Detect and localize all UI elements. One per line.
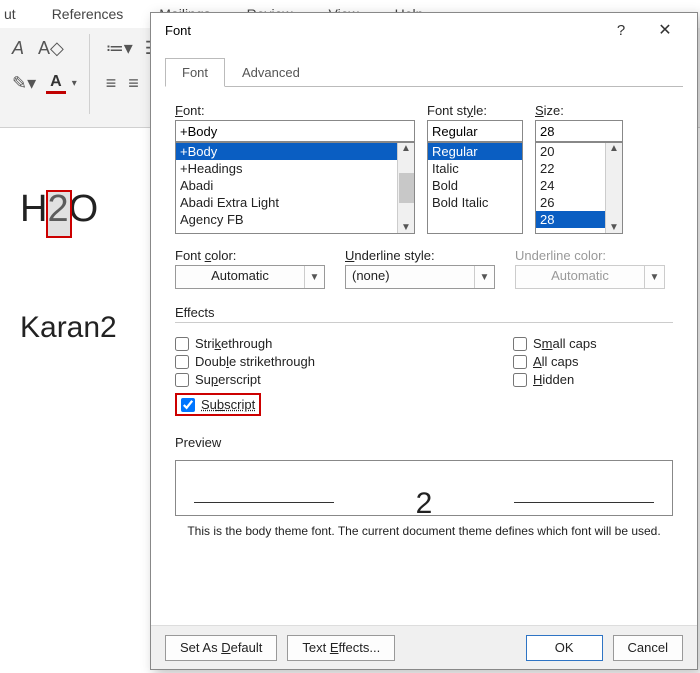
clear-icon[interactable]: A◇	[34, 34, 68, 63]
scrollbar-thumb[interactable]	[399, 173, 414, 203]
list-item[interactable]: Agency FB	[176, 211, 414, 228]
size-listbox[interactable]: 20 22 24 26 28 ▲▼	[535, 142, 623, 234]
chevron-up-icon[interactable]: ▲	[609, 143, 619, 154]
tab-advanced[interactable]: Advanced	[225, 58, 317, 87]
fontstyle-listbox[interactable]: Regular Italic Bold Bold Italic	[427, 142, 523, 234]
selection-highlight	[46, 190, 72, 238]
effects-label: Effects	[175, 305, 673, 320]
text-effects-button[interactable]: Text Effects...	[287, 635, 395, 661]
chevron-down-icon[interactable]: ▼	[474, 266, 494, 288]
list-item[interactable]: +Body	[176, 143, 414, 160]
font-label: Font:	[175, 103, 415, 118]
combo-value: Automatic	[176, 266, 304, 288]
underlinecolor-combo: Automatic ▼	[515, 265, 665, 289]
chk-hidden[interactable]: Hidden	[513, 372, 673, 387]
dialog-tabs: Font Advanced	[165, 57, 683, 87]
size-label: Size:	[535, 103, 623, 118]
dialog-title: Font	[165, 23, 191, 38]
clear-format-icon[interactable]: A	[8, 34, 28, 63]
fontstyle-input[interactable]	[427, 120, 523, 142]
list-item[interactable]: Bold	[428, 177, 522, 194]
set-default-button[interactable]: Set As Default	[165, 635, 277, 661]
doc-line-h2o: H2O	[20, 188, 98, 231]
list-item[interactable]: Regular	[428, 143, 522, 160]
underlinestyle-label: Underline style:	[345, 248, 495, 263]
ok-button[interactable]: OK	[526, 635, 603, 661]
ribbon-tab[interactable]: ut	[0, 4, 20, 24]
fontstyle-label: Font style:	[427, 103, 523, 118]
chk-subscript[interactable]: Subscript	[175, 393, 261, 416]
preview-text: 2	[416, 487, 433, 521]
doc-text: O	[69, 188, 99, 230]
fontcolor-label: Font color:	[175, 248, 325, 263]
chevron-up-icon[interactable]: ▲	[401, 143, 411, 154]
align-left-icon[interactable]: ≡	[102, 69, 121, 98]
help-button[interactable]: ?	[599, 22, 643, 39]
font-color-icon[interactable]: A	[46, 73, 66, 94]
font-listbox[interactable]: +Body +Headings Abadi Abadi Extra Light …	[175, 142, 415, 234]
tab-font[interactable]: Font	[165, 58, 225, 87]
close-button[interactable]: ✕	[643, 20, 687, 40]
chevron-down-icon: ▼	[644, 266, 664, 288]
chk-allcaps[interactable]: All caps	[513, 354, 673, 369]
scrollbar[interactable]: ▲▼	[605, 143, 622, 233]
preview-box: 2	[175, 460, 673, 516]
combo-value: Automatic	[516, 266, 644, 288]
highlight-icon[interactable]: ✎▾	[8, 69, 40, 98]
bullets-icon[interactable]: ≔▾	[102, 34, 137, 63]
underlinestyle-combo[interactable]: (none) ▼	[345, 265, 495, 289]
chevron-down-icon[interactable]: ▼	[401, 222, 411, 233]
chk-superscript[interactable]: Superscript	[175, 372, 513, 387]
preview-label: Preview	[175, 435, 673, 450]
ribbon-tab[interactable]: References	[48, 4, 128, 24]
font-input[interactable]	[175, 120, 415, 142]
list-item[interactable]: Abadi	[176, 177, 414, 194]
align-center-icon[interactable]: ≡	[124, 69, 143, 98]
fontcolor-combo[interactable]: Automatic ▼	[175, 265, 325, 289]
list-item[interactable]: Abadi Extra Light	[176, 194, 414, 211]
list-item[interactable]: +Headings	[176, 160, 414, 177]
chk-double-strikethrough[interactable]: Double strikethrough	[175, 354, 513, 369]
font-dialog: Font ? ✕ Font Advanced Font: +Body +Head…	[150, 12, 698, 670]
chk-smallcaps[interactable]: Small caps	[513, 336, 673, 351]
doc-text: H	[20, 188, 47, 230]
cancel-button[interactable]: Cancel	[613, 635, 683, 661]
dialog-buttons: Set As Default Text Effects... OK Cancel	[151, 625, 697, 669]
underlinecolor-label: Underline color:	[515, 248, 665, 263]
preview-note: This is the body theme font. The current…	[175, 524, 673, 538]
list-item[interactable]: Italic	[428, 160, 522, 177]
list-item[interactable]: Bold Italic	[428, 194, 522, 211]
scrollbar[interactable]: ▲▼	[397, 143, 414, 233]
chk-strikethrough[interactable]: Strikethrough	[175, 336, 513, 351]
chevron-down-icon[interactable]: ▼	[609, 222, 619, 233]
combo-value: (none)	[346, 266, 474, 288]
chevron-down-icon[interactable]: ▼	[304, 266, 324, 288]
size-input[interactable]	[535, 120, 623, 142]
